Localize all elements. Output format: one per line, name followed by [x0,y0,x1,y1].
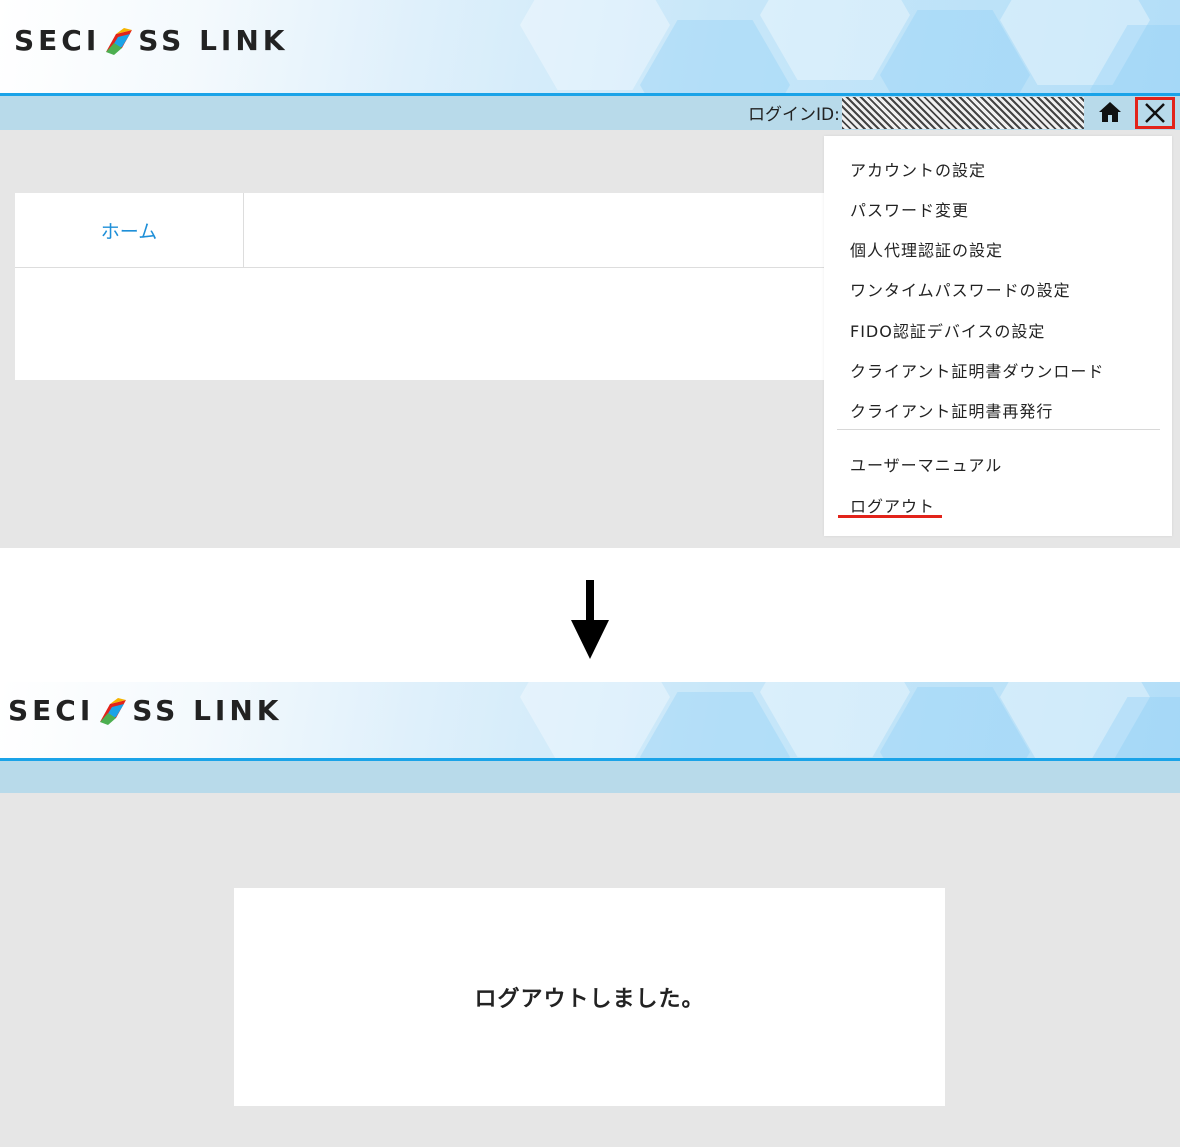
home-panel: ホーム [15,193,855,380]
after-screen: SECI SS LINK ログアウトしました。 [0,682,1180,1147]
logout-highlight [838,515,942,518]
user-menu-dropdown: アカウントの設定 パスワード変更 個人代理認証の設定 ワンタイムパスワードの設定… [824,136,1172,536]
brand-logo[interactable]: SECI SS LINK [8,694,282,727]
menu-item-account-settings[interactable]: アカウントの設定 [850,157,986,181]
menu-divider [837,429,1160,430]
logo-mark-icon [106,27,133,55]
menu-item-fido-settings[interactable]: FIDO認証デバイスの設定 [850,318,1045,342]
user-bar [0,761,1180,793]
close-icon [1145,103,1165,123]
logo-mark-icon [100,697,127,725]
tab-divider [244,267,855,268]
menu-item-password-change[interactable]: パスワード変更 [850,197,969,221]
home-button[interactable] [1096,99,1124,125]
arrow-down-icon [571,580,609,659]
logo-text-right: SS LINK [138,24,289,57]
before-screen: SECI SS LINK ログインID: ホーム アカウントの設定 パスワード変… [0,0,1180,548]
login-id-label: ログインID: [748,105,840,125]
home-icon [1099,102,1121,122]
menu-item-otp-settings[interactable]: ワンタイムパスワードの設定 [850,277,1071,301]
logout-message-panel: ログアウトしました。 [234,888,945,1106]
menu-item-logout[interactable]: ログアウト [850,493,935,517]
brand-logo[interactable]: SECI SS LINK [14,24,288,57]
logo-text-right: SS LINK [132,694,283,727]
app-header: SECI SS LINK [0,0,1180,93]
login-id-redacted [842,97,1084,129]
menu-item-cert-reissue[interactable]: クライアント証明書再発行 [850,398,1053,422]
tab-home[interactable]: ホーム [15,193,244,268]
close-menu-button[interactable] [1135,97,1175,129]
logout-message: ログアウトしました。 [474,987,705,1012]
app-header: SECI SS LINK [0,682,1180,758]
logo-text-left: SECI [8,694,95,727]
menu-item-cert-download[interactable]: クライアント証明書ダウンロード [850,358,1104,382]
menu-item-user-manual[interactable]: ユーザーマニュアル [850,452,1002,476]
logo-text-left: SECI [14,24,101,57]
menu-item-proxy-auth[interactable]: 個人代理認証の設定 [850,237,1003,261]
